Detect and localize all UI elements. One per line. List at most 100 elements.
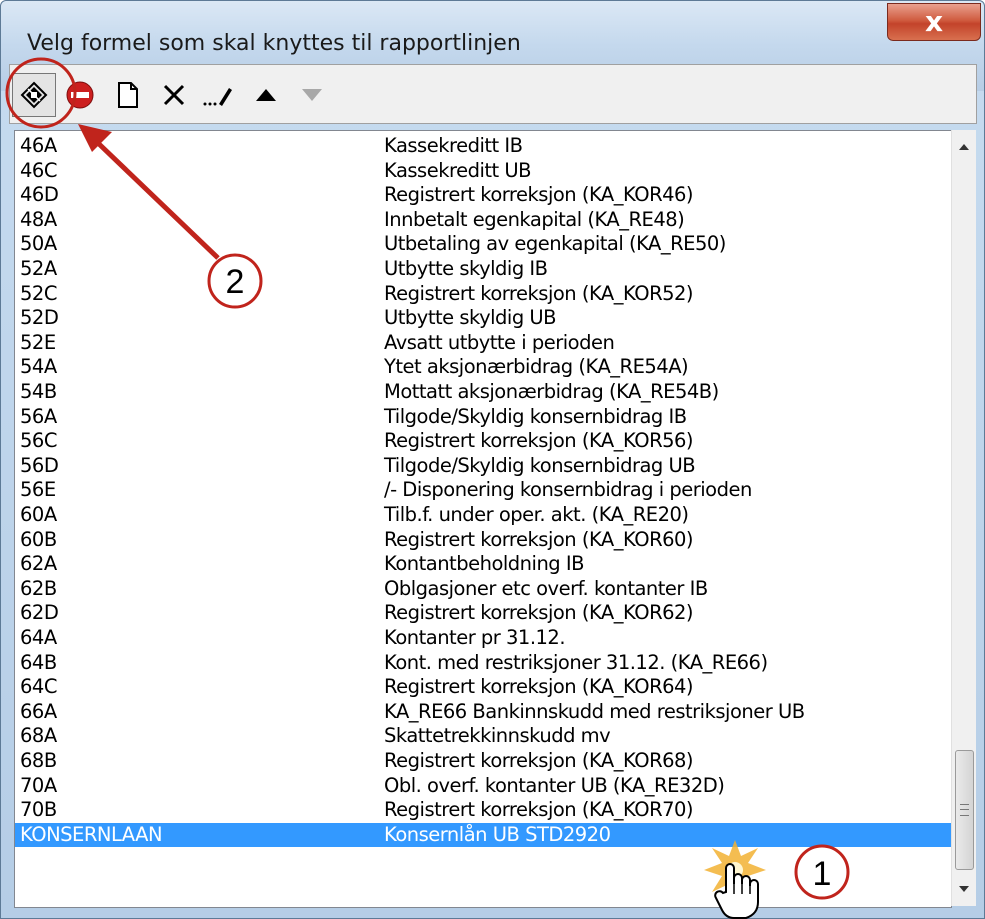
list-row[interactable]: 52D Utbytte skyldig UB: [15, 306, 951, 330]
list-row[interactable]: 62B Oblgasjoner etc overf. kontanter IB: [15, 577, 951, 601]
row-code: 64B: [20, 650, 57, 674]
list-row[interactable]: 46A Kassekreditt IB: [15, 134, 951, 158]
row-code: 56C: [20, 429, 57, 453]
list-row[interactable]: 46D Registrert korreksjon (KA_KOR46): [15, 183, 951, 207]
row-description: Registrert korreksjon (KA_KOR62): [384, 601, 694, 625]
row-code: 52C: [20, 281, 57, 305]
row-code: 60A: [20, 503, 57, 526]
row-code: 56D: [20, 453, 59, 477]
list-row[interactable]: 60A Tilb.f. under oper. akt. (KA_RE20): [15, 503, 951, 527]
move-down-button[interactable]: [290, 73, 334, 117]
row-code: KONSERNLAAN: [20, 822, 163, 846]
row-description: Kontantbeholdning IB: [384, 552, 585, 576]
row-description: Obl. overf. kontanter UB (KA_RE32D): [384, 773, 725, 797]
stop-button[interactable]: [58, 73, 102, 117]
row-code: 46D: [20, 183, 59, 207]
row-code: 50A: [20, 232, 57, 256]
row-code: 68B: [20, 749, 57, 772]
scroll-up-button[interactable]: [952, 136, 976, 158]
row-description: Registrert korreksjon (KA_KOR64): [384, 675, 694, 699]
row-description: Skattetrekkinnskudd mv: [384, 724, 611, 748]
list-row[interactable]: 66A KA_RE66 Bankinnskudd med restriksjone…: [15, 700, 951, 724]
row-code: 46A: [20, 134, 57, 157]
list-row[interactable]: 52A Utbytte skyldig IB: [15, 257, 951, 281]
list-row[interactable]: 64B Kont. med restriksjoner 31.12. (KA_RE…: [15, 651, 951, 675]
list-row[interactable]: 52C Registrert korreksjon (KA_KOR52): [15, 282, 951, 306]
list-row[interactable]: 62D Registrert korreksjon (KA_KOR62): [15, 601, 951, 625]
row-code: 62A: [20, 552, 57, 576]
row-description: Konsernlån UB STD2920: [384, 822, 611, 846]
scroll-down-button[interactable]: [952, 878, 976, 900]
list-row[interactable]: 56E /- Disponering konsernbidrag i period…: [15, 478, 951, 502]
row-description: Registrert korreksjon (KA_KOR68): [384, 749, 694, 772]
list-row[interactable]: 46C Kassekreditt UB: [15, 159, 951, 183]
wizard-button[interactable]: [12, 73, 56, 117]
row-code: 56A: [20, 404, 57, 428]
row-description: Tilgode/Skyldig konsernbidrag UB: [384, 453, 696, 477]
vertical-scrollbar[interactable]: [951, 130, 976, 906]
stop-icon: [66, 81, 94, 109]
row-code: 54A: [20, 355, 57, 379]
formula-list[interactable]: 46A Kassekreditt IB 46C Kassekreditt UB 46D R…: [14, 130, 952, 908]
row-code: 66A: [20, 699, 57, 723]
row-code: 62D: [20, 601, 59, 625]
row-description: Utbytte skyldig IB: [384, 257, 548, 280]
delete-button[interactable]: [152, 73, 196, 117]
move-up-arrow-icon: [256, 89, 276, 101]
row-description: Ytet aksjonærbidrag (KA_RE54A): [384, 355, 689, 379]
list-row[interactable]: 64C Registrert korreksjon (KA_KOR64): [15, 675, 951, 699]
row-code: 64A: [20, 626, 57, 649]
list-row[interactable]: 62A Kontantbeholdning IB: [15, 552, 951, 576]
row-description: Innbetalt egenkapital (KA_RE48): [384, 207, 685, 231]
row-description: Utbytte skyldig UB: [384, 306, 557, 330]
row-description: Registrert korreksjon (KA_KOR60): [384, 527, 694, 551]
list-row[interactable]: 52E Avsatt utbytte i perioden: [15, 331, 951, 355]
row-description: KA_RE66 Bankinnskudd med restriksjoner U…: [384, 699, 805, 723]
list-row[interactable]: 68B Registrert korreksjon (KA_KOR68): [15, 749, 951, 773]
move-up-button[interactable]: [244, 73, 288, 117]
row-description: /- Disponering konsernbidrag i perioden: [384, 478, 752, 502]
row-description: Tilgode/Skyldig konsernbidrag IB: [384, 404, 687, 428]
new-button[interactable]: [106, 73, 150, 117]
list-row[interactable]: 60B Registrert korreksjon (KA_KOR60): [15, 528, 951, 552]
row-description: Registrert korreksjon (KA_KOR70): [384, 798, 694, 822]
list-row[interactable]: 56A Tilgode/Skyldig konsernbidrag IB: [15, 405, 951, 429]
row-description: Kassekreditt IB: [384, 134, 523, 157]
row-code: 48A: [20, 207, 57, 231]
list-row[interactable]: 56C Registrert korreksjon (KA_KOR56): [15, 429, 951, 453]
scroll-down-arrow-icon: [959, 886, 969, 892]
edit-button[interactable]: [196, 73, 240, 117]
row-description: Tilb.f. under oper. akt. (KA_RE20): [384, 503, 689, 526]
row-description: Kassekreditt UB: [384, 158, 532, 182]
row-code: 70B: [20, 798, 57, 822]
list-row[interactable]: 70A Obl. overf. kontanter UB (KA_RE32D): [15, 774, 951, 798]
list-row[interactable]: 64A Kontanter pr 31.12.: [15, 626, 951, 650]
row-description: Avsatt utbytte i perioden: [384, 330, 615, 354]
row-code: 56E: [20, 478, 56, 502]
row-code: 64C: [20, 675, 57, 699]
wizard-icon: [20, 81, 48, 109]
list-row[interactable]: 70B Registrert korreksjon (KA_KOR70): [15, 798, 951, 822]
delete-x-icon: [163, 84, 185, 106]
row-description: Kontanter pr 31.12.: [384, 626, 566, 649]
close-button[interactable]: x: [887, 3, 981, 41]
list-row[interactable]: 54B Mottatt aksjonærbidrag (KA_RE54B): [15, 380, 951, 404]
list-row[interactable]: 56D Tilgode/Skyldig konsernbidrag UB: [15, 454, 951, 478]
list-row[interactable]: KONSERNLAAN Konsernlån UB STD2920: [15, 822, 951, 847]
scroll-thumb[interactable]: [955, 750, 974, 870]
row-description: Oblgasjoner etc overf. kontanter IB: [384, 576, 708, 600]
row-description: Utbetaling av egenkapital (KA_RE50): [384, 232, 726, 256]
row-code: 46C: [20, 158, 57, 182]
row-code: 52E: [20, 330, 56, 354]
row-code: 60B: [20, 527, 57, 551]
list-row[interactable]: 50A Utbetaling av egenkapital (KA_RE50): [15, 232, 951, 256]
row-code: 62B: [20, 576, 57, 600]
list-row[interactable]: 54A Ytet aksjonærbidrag (KA_RE54A): [15, 355, 951, 379]
row-description: Kont. med restriksjoner 31.12. (KA_RE66): [384, 650, 768, 674]
toolbar: [9, 64, 977, 124]
row-code: 68A: [20, 724, 57, 748]
row-description: Registrert korreksjon (KA_KOR46): [384, 183, 694, 207]
list-row[interactable]: 68A Skattetrekkinnskudd mv: [15, 724, 951, 748]
close-icon: x: [924, 5, 944, 38]
list-row[interactable]: 48A Innbetalt egenkapital (KA_RE48): [15, 208, 951, 232]
